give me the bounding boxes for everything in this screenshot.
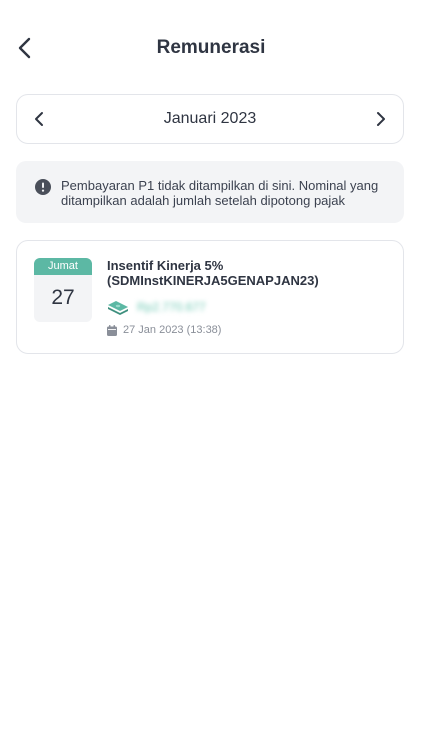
- next-month-button[interactable]: [359, 97, 403, 141]
- amount-row: Rp2.770.677: [107, 297, 206, 317]
- month-navigator: Januari 2023: [16, 94, 404, 144]
- date-badge: Jumat 27: [34, 258, 92, 322]
- chevron-right-icon: [376, 112, 385, 126]
- calendar-icon: [107, 324, 117, 336]
- info-notice-text: Pembayaran P1 tidak ditampilkan di sini.…: [61, 178, 379, 208]
- app-header: Remunerasi: [0, 0, 422, 96]
- page-title: Remunerasi: [156, 37, 266, 58]
- list-item[interactable]: Jumat 27 Insentif Kinerja 5% (SDMInstKIN…: [16, 240, 404, 354]
- date-day-name: Jumat: [34, 258, 92, 275]
- prev-month-button[interactable]: [17, 97, 61, 141]
- exclamation-circle-icon: [35, 179, 51, 195]
- current-month-label: Januari 2023: [163, 110, 257, 127]
- date-day-number: 27: [51, 286, 75, 309]
- item-timestamp: 27 Jan 2023 (13:38): [123, 324, 222, 336]
- item-title: Insentif Kinerja 5% (SDMInstKINERJA5GENA…: [107, 258, 319, 288]
- info-notice: Pembayaran P1 tidak ditampilkan di sini.…: [16, 161, 404, 223]
- timestamp-row: 27 Jan 2023 (13:38): [107, 324, 221, 336]
- money-stack-icon: [108, 301, 128, 315]
- amount-value: Rp2.770.677: [137, 300, 206, 314]
- chevron-left-icon: [35, 112, 43, 126]
